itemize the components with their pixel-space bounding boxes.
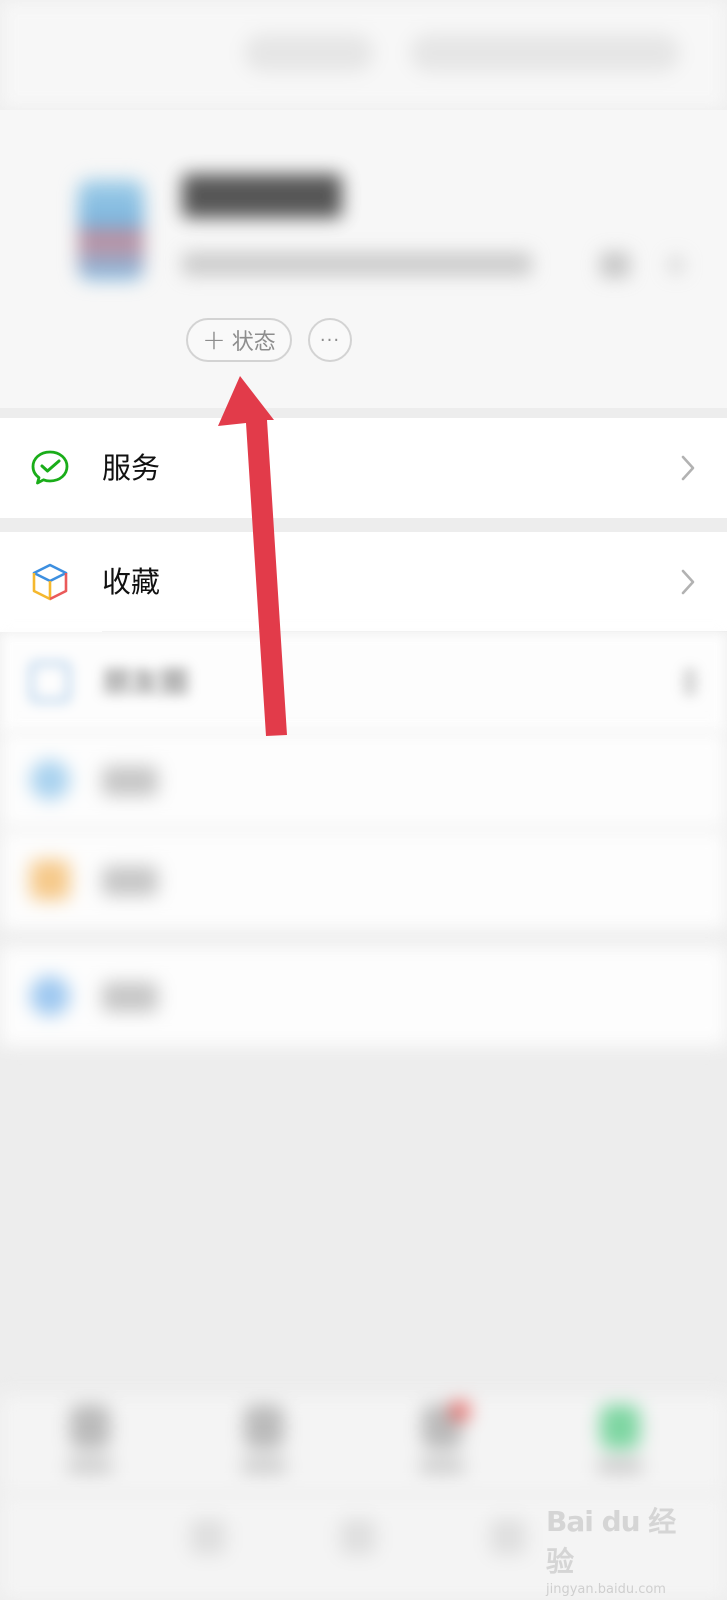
cards-icon	[30, 860, 70, 900]
tab-label	[598, 1459, 642, 1473]
watermark-url: jingyan.baidu.com	[546, 1582, 666, 1597]
profile-name	[182, 174, 342, 218]
qr-code-icon[interactable]	[600, 252, 630, 278]
top-pill-left	[244, 34, 374, 72]
menu-item-services[interactable]: 服务	[0, 418, 727, 518]
bottom-tab-bar	[0, 1395, 727, 1495]
menu-key-icon[interactable]	[190, 1519, 226, 1555]
status-button-label: 状态	[231, 330, 276, 355]
chevron-right-icon	[681, 569, 695, 595]
menu-item-label: 服务	[102, 451, 161, 485]
more-dots-icon: ···	[319, 329, 341, 351]
blurred-menu-section: 朋友圈	[0, 630, 727, 1050]
settings-icon	[30, 976, 70, 1016]
tab-discover[interactable]	[412, 1401, 472, 1485]
menu-item-moments[interactable]: 朋友圈	[0, 632, 727, 732]
me-icon	[600, 1405, 640, 1449]
menu-item-label-placeholder	[102, 766, 158, 796]
home-key-icon[interactable]	[340, 1519, 376, 1555]
moments-icon	[30, 662, 70, 702]
more-button[interactable]: ···	[308, 318, 352, 362]
baidu-jingyan-watermark: Bai du 经验 jingyan.baidu.com	[546, 1500, 696, 1597]
menu-item-label: 朋友圈	[102, 665, 190, 699]
add-status-button[interactable]: + 状态	[186, 318, 292, 362]
wechat-pay-icon	[31, 450, 69, 485]
tab-label	[420, 1459, 464, 1473]
plus-icon: +	[202, 323, 226, 356]
chevron-right-icon	[681, 455, 695, 481]
tab-label	[68, 1459, 112, 1473]
profile-wechat-id	[182, 252, 532, 276]
menu-item-video-channel[interactable]	[0, 730, 727, 830]
top-status-area	[0, 0, 727, 110]
avatar[interactable]	[78, 180, 144, 280]
contacts-icon	[244, 1405, 284, 1449]
profile-chevron-icon	[668, 256, 684, 274]
menu-item-label-placeholder	[102, 866, 158, 896]
back-key-icon[interactable]	[490, 1519, 526, 1555]
tab-chats[interactable]	[60, 1405, 120, 1485]
tab-me[interactable]	[590, 1405, 650, 1485]
notification-badge	[450, 1401, 470, 1421]
favorites-cube-icon	[32, 563, 68, 601]
menu-item-label-placeholder	[102, 982, 158, 1012]
watermark-logo: Bai du 经验	[546, 1505, 676, 1578]
tab-label	[242, 1459, 286, 1473]
profile-header[interactable]: + 状态 ···	[0, 110, 727, 408]
menu-item-cards[interactable]	[0, 830, 727, 930]
chevron-right-icon	[683, 668, 697, 696]
menu-item-settings[interactable]	[0, 946, 727, 1046]
tab-contacts[interactable]	[234, 1405, 294, 1485]
top-pill-right	[410, 34, 680, 72]
menu-item-label: 收藏	[102, 565, 161, 599]
chats-icon	[70, 1405, 110, 1449]
menu-item-favorites[interactable]: 收藏	[0, 532, 727, 632]
video-channel-icon	[30, 760, 70, 800]
